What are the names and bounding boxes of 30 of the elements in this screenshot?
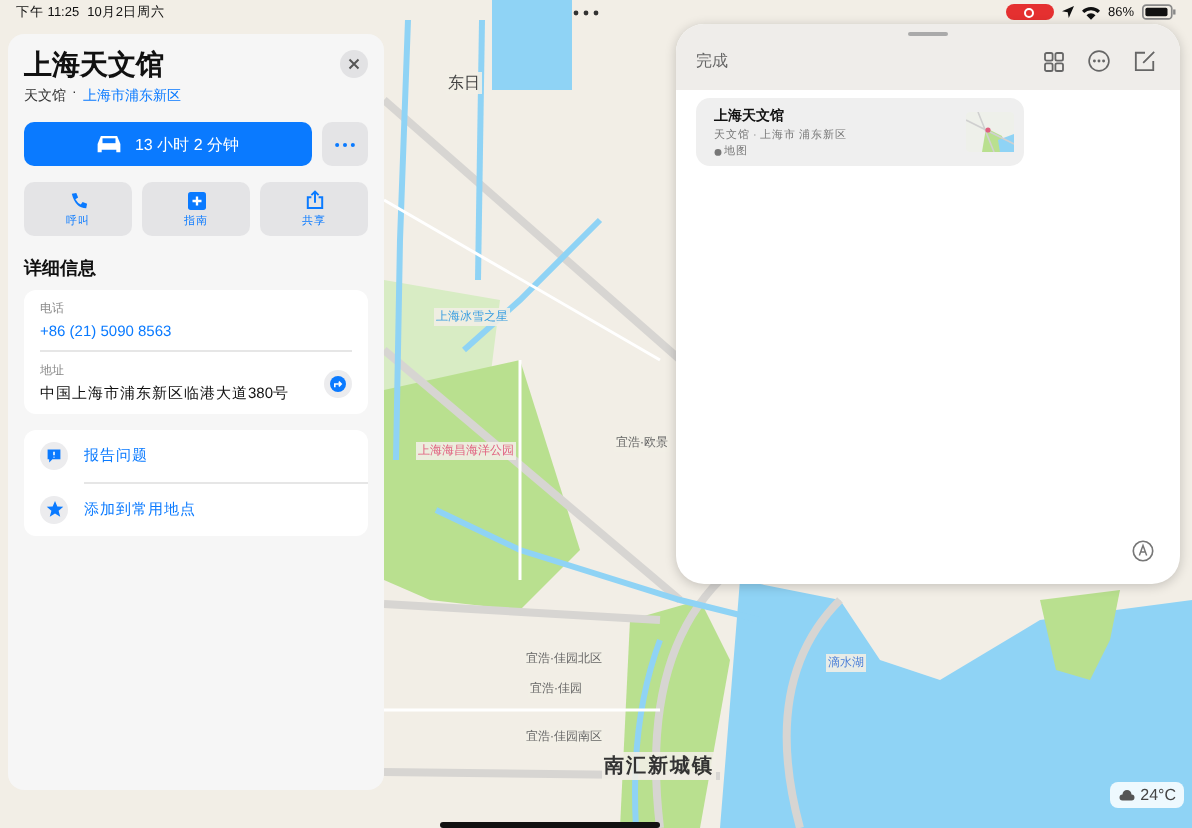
close-button[interactable] [340,50,368,78]
star-icon [45,500,63,519]
turn-arrow-icon [330,375,346,392]
exclamation-bubble-icon [46,448,62,465]
multitask-dots-icon[interactable] [571,9,600,15]
details-heading: 详细信息 [24,256,98,283]
pen-circle-icon [1132,540,1154,562]
phone-icon [69,191,87,210]
recording-indicator [1005,4,1054,20]
wifi-icon [1081,5,1100,19]
map-thumbnail [966,112,1014,152]
plus-square-icon [187,191,205,210]
grabber-handle[interactable] [908,32,948,36]
map-label: 东日 [446,72,482,94]
temperature-text: 24°C [1140,786,1176,804]
more-icon[interactable] [1088,50,1110,72]
car-icon [96,134,123,155]
close-icon [348,58,360,70]
directions-button[interactable]: 13 小时 2 分钟 [24,122,312,167]
compose-icon[interactable] [1134,50,1156,72]
cloud-icon [1118,789,1137,801]
place-title: 上海天文馆 [24,50,166,81]
more-icon [334,141,356,148]
grid-icon[interactable] [1044,51,1064,71]
directions-icon-button[interactable] [324,369,352,398]
share-icon [305,190,323,211]
location-arrow-icon [1061,6,1074,18]
done-button[interactable]: 完成 [696,50,728,72]
battery-icon [1142,4,1176,20]
map-label: 南汇新城镇 [602,752,716,780]
